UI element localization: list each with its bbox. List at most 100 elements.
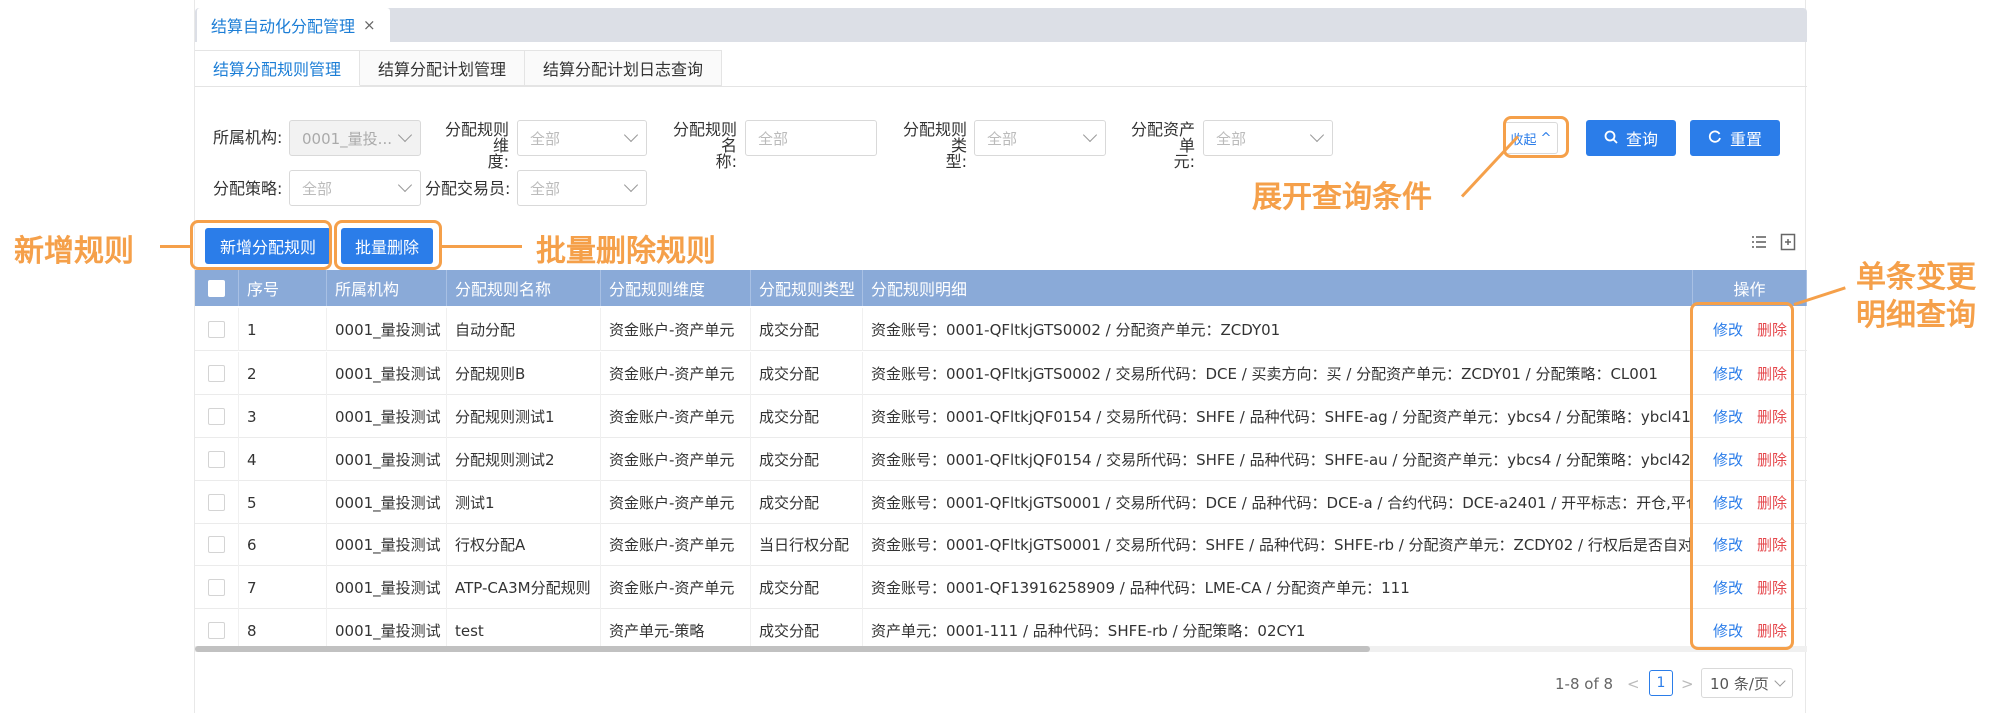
select-all-checkbox[interactable] xyxy=(208,279,225,297)
cell-org: 0001_量投测试 xyxy=(327,523,447,566)
table-row: 1 0001_量投测试 自动分配 资金账户-资产单元 成交分配 资金账号：0001-QFl… xyxy=(195,308,1807,351)
unit-select-value: 全部 xyxy=(1216,129,1247,148)
cell-rule-detail: 资金账号：0001-QFltkjQF0154 / 交易所代码：SHFE / 品种… xyxy=(863,438,1693,481)
query-label: 查询 xyxy=(1625,130,1658,149)
reset-button[interactable]: 重置 xyxy=(1690,120,1780,156)
cell-rule-type: 成交分配 xyxy=(751,481,863,524)
cell-rule-type: 成交分配 xyxy=(751,566,863,609)
strategy-label: 分配策略: xyxy=(213,179,283,198)
cell-rule-name: 行权分配A xyxy=(447,523,601,566)
name-label: 分配规则名 称: xyxy=(665,122,737,170)
page-size-select[interactable]: 10 条/页 xyxy=(1701,668,1793,698)
annotation-add-rule: 新增规则 xyxy=(14,234,134,269)
reset-label: 重置 xyxy=(1729,130,1762,149)
trader-select[interactable]: 全部 xyxy=(517,170,647,206)
org-select[interactable]: 0001_量投... xyxy=(289,120,421,156)
cell-index: 2 xyxy=(239,352,327,395)
chevron-left-icon[interactable]: < xyxy=(1627,670,1640,698)
rule-name-input[interactable]: 全部 xyxy=(745,120,877,156)
cell-org: 0001_量投测试 xyxy=(327,566,447,609)
page-1[interactable]: 1 xyxy=(1649,670,1673,696)
table-row: 2 0001_量投测试 分配规则B 资金账户-资产单元 成交分配 资金账号：0001-QF… xyxy=(195,352,1807,395)
cell-rule-detail: 资金账号：0001-QF13916258909 / 品种代码：LME-CA / … xyxy=(863,566,1693,609)
annotation-box-actions xyxy=(1690,302,1794,650)
cell-rule-dim: 资金账户-资产单元 xyxy=(601,438,751,481)
chevron-right-icon[interactable]: > xyxy=(1681,670,1694,698)
chevron-down-icon xyxy=(397,177,413,193)
col-rule-detail: 分配规则明细 xyxy=(863,270,1693,306)
cell-rule-dim: 资金账户-资产单元 xyxy=(601,481,751,524)
annotation-batch-delete: 批量删除规则 xyxy=(536,234,716,269)
annotation-box-add xyxy=(190,220,332,270)
cell-index: 7 xyxy=(239,566,327,609)
row-checkbox[interactable] xyxy=(208,622,225,639)
type-select[interactable]: 全部 xyxy=(974,120,1106,156)
search-icon xyxy=(1604,129,1618,148)
row-checkbox-cell xyxy=(195,308,239,351)
row-checkbox[interactable] xyxy=(208,494,225,511)
cell-rule-name: ATP-CA3M分配规则 xyxy=(447,566,601,609)
window-tab-bar: 结算自动化分配管理 × xyxy=(195,8,1807,42)
dim-select-value: 全部 xyxy=(530,129,561,148)
close-icon[interactable]: × xyxy=(363,16,376,34)
table-row: 7 0001_量投测试 ATP-CA3M分配规则 资金账户-资产单元 成交分配 资金账号：… xyxy=(195,566,1807,609)
chevron-down-icon xyxy=(1309,127,1325,143)
cell-org: 0001_量投测试 xyxy=(327,352,447,395)
unit-label-line1: 分配资产单 xyxy=(1130,120,1195,155)
type-label-line2: 型: xyxy=(945,152,967,171)
export-icon[interactable] xyxy=(1780,233,1796,255)
cell-rule-name: 分配规则测试1 xyxy=(447,395,601,438)
row-checkbox[interactable] xyxy=(208,408,225,425)
refresh-icon xyxy=(1708,129,1722,148)
strategy-select[interactable]: 全部 xyxy=(289,170,421,206)
dim-select[interactable]: 全部 xyxy=(517,120,647,156)
name-label-line2: 称: xyxy=(715,152,737,171)
annotation-line-batch-delete xyxy=(442,245,522,248)
query-button[interactable]: 查询 xyxy=(1586,120,1676,156)
row-checkbox[interactable] xyxy=(208,321,225,338)
row-checkbox[interactable] xyxy=(208,451,225,468)
dim-label: 分配规则维 度: xyxy=(437,122,509,170)
row-checkbox-cell xyxy=(195,395,239,438)
cell-rule-detail: 资金账号：0001-QFltkjGTS0002 / 分配资产单元：ZCDY01 xyxy=(863,308,1693,351)
col-actions: 操作 xyxy=(1693,270,1807,306)
annotation-expand-query: 展开查询条件 xyxy=(1252,180,1432,215)
app-panel: 结算自动化分配管理 × 结算分配规则管理 结算分配计划管理 结算分配计划日志查询… xyxy=(194,0,1807,713)
row-checkbox[interactable] xyxy=(208,536,225,553)
scrollbar-thumb[interactable] xyxy=(195,646,1370,652)
row-checkbox-cell xyxy=(195,352,239,395)
window-tab-settlement[interactable]: 结算自动化分配管理 × xyxy=(197,8,390,42)
row-checkbox[interactable] xyxy=(208,365,225,382)
chevron-down-icon xyxy=(623,177,639,193)
cell-index: 5 xyxy=(239,481,327,524)
col-rule-name: 分配规则名称 xyxy=(447,270,601,306)
col-index: 序号 xyxy=(239,270,327,306)
unit-select[interactable]: 全部 xyxy=(1203,120,1333,156)
cell-index: 4 xyxy=(239,438,327,481)
cell-rule-type: 成交分配 xyxy=(751,395,863,438)
rule-name-placeholder: 全部 xyxy=(758,129,789,148)
table-row: 3 0001_量投测试 分配规则测试1 资金账户-资产单元 成交分配 资金账号：0001-… xyxy=(195,395,1807,438)
tab-divider xyxy=(195,86,1807,87)
chevron-down-icon xyxy=(1082,127,1098,143)
cell-index: 6 xyxy=(239,523,327,566)
col-rule-type: 分配规则类型 xyxy=(751,270,863,306)
cell-rule-name: 分配规则B xyxy=(447,352,601,395)
table-row: 6 0001_量投测试 行权分配A 资金账户-资产单元 当日行权分配 资金账号：0001-… xyxy=(195,523,1807,566)
row-checkbox[interactable] xyxy=(208,579,225,596)
horizontal-scrollbar[interactable] xyxy=(195,646,1807,652)
org-select-value: 0001_量投... xyxy=(302,129,392,148)
tab-plan-management[interactable]: 结算分配计划管理 xyxy=(360,50,526,86)
table-row: 4 0001_量投测试 分配规则测试2 资金账户-资产单元 成交分配 资金账号：0001-… xyxy=(195,438,1807,481)
dim-label-line1: 分配规则维 xyxy=(444,120,509,155)
cell-index: 1 xyxy=(239,308,327,351)
tab-rule-management[interactable]: 结算分配规则管理 xyxy=(195,50,361,86)
chevron-down-icon xyxy=(1774,675,1786,687)
trader-label: 分配交易员: xyxy=(425,179,511,198)
tab-plan-log[interactable]: 结算分配计划日志查询 xyxy=(525,50,723,86)
chevron-down-icon xyxy=(623,127,639,143)
list-settings-icon[interactable] xyxy=(1751,234,1767,254)
cell-rule-detail: 资金账号：0001-QFltkjQF0154 / 交易所代码：SHFE / 品种… xyxy=(863,395,1693,438)
cell-rule-dim: 资金账户-资产单元 xyxy=(601,395,751,438)
cell-rule-dim: 资金账户-资产单元 xyxy=(601,566,751,609)
